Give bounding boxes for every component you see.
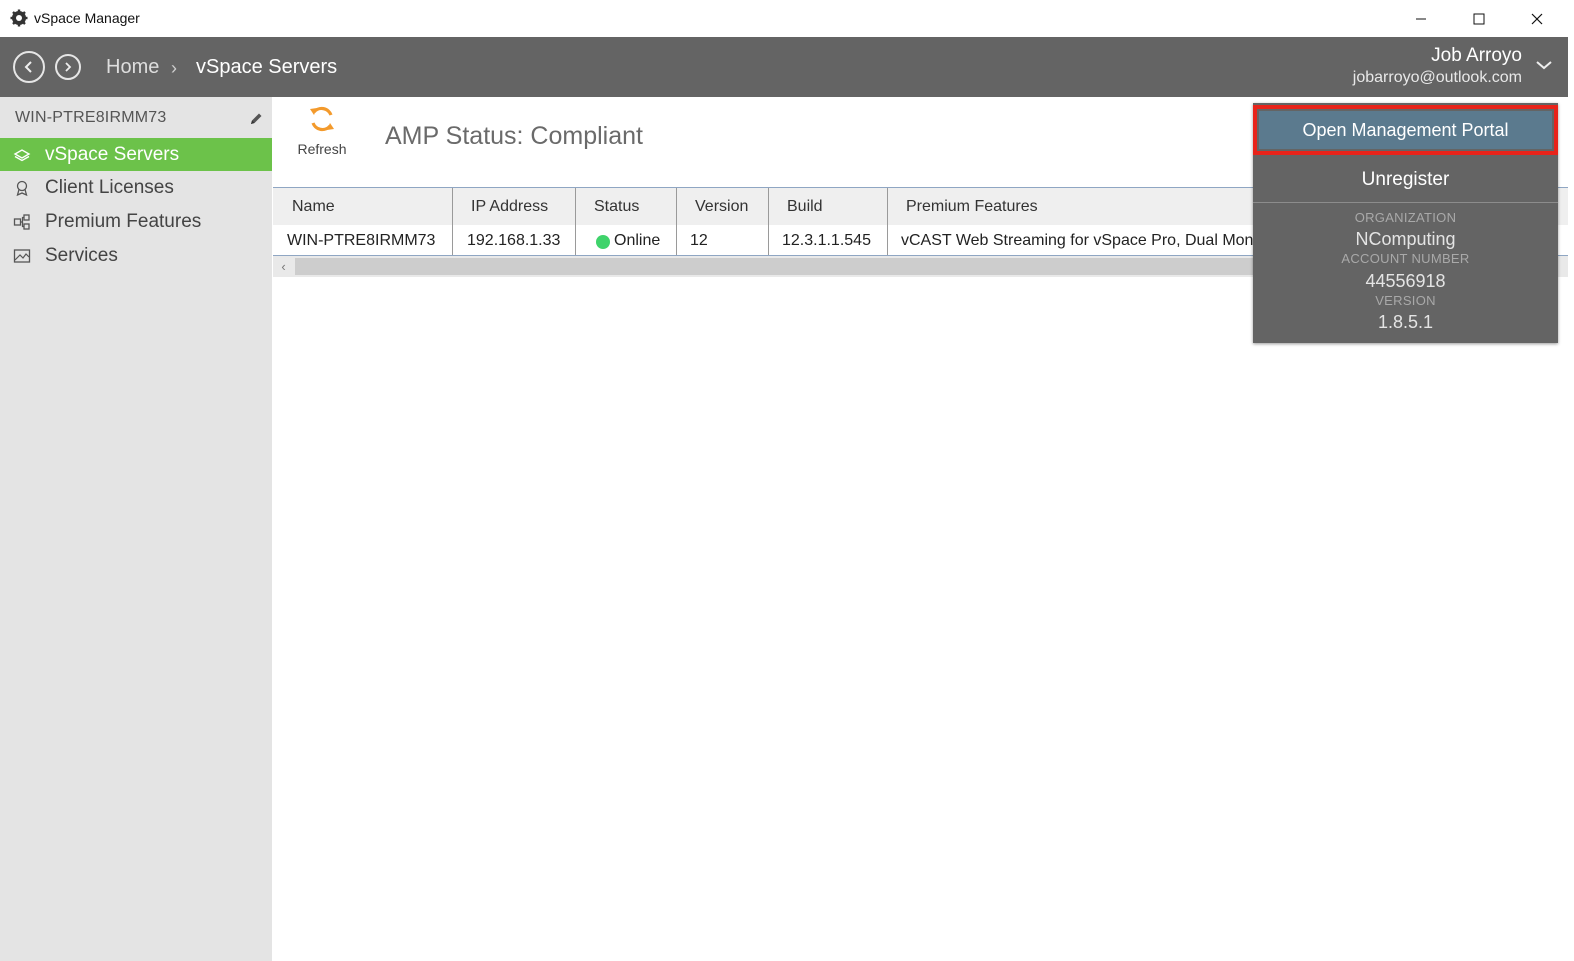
maximize-icon: [1473, 13, 1485, 24]
sidebar-item-services[interactable]: Services: [0, 239, 272, 272]
minimize-icon: [1416, 18, 1426, 19]
scroll-thumb[interactable]: [295, 258, 1255, 275]
version-label: VERSION: [1375, 293, 1436, 308]
account-number-label: ACCOUNT NUMBER: [1341, 251, 1470, 266]
maximize-button[interactable]: [1450, 0, 1508, 37]
services-icon: [13, 249, 31, 263]
sidebar-item-label: Services: [45, 245, 118, 266]
refresh-label: Refresh: [297, 141, 347, 157]
cell-ip: 192.168.1.33: [453, 225, 576, 255]
forward-button[interactable]: [55, 54, 81, 80]
cell-status: Online: [576, 225, 677, 255]
column-header-status[interactable]: Status: [576, 188, 677, 225]
account-dropdown: Open Management Portal Unregister ORGANI…: [1253, 103, 1558, 343]
version-value: 1.8.5.1: [1377, 312, 1434, 332]
refresh-button[interactable]: Refresh: [290, 100, 354, 160]
status-text: Online: [614, 231, 661, 249]
user-email[interactable]: jobarroyo@outlook.com: [1353, 69, 1522, 87]
open-management-portal-button[interactable]: Open Management Portal: [1259, 111, 1552, 149]
sidebar-item-label: vSpace Servers: [45, 144, 180, 165]
breadcrumb-current: vSpace Servers: [196, 56, 338, 78]
chevron-down-icon[interactable]: [1534, 55, 1554, 75]
cell-name: WIN-PTRE8IRMM73: [273, 225, 453, 255]
scroll-left-icon[interactable]: ‹: [273, 256, 294, 277]
chevron-left-icon: [24, 61, 32, 73]
amp-status: AMP Status: Compliant: [385, 122, 643, 150]
unregister-button[interactable]: Unregister: [1253, 158, 1558, 203]
sidebar-item-label: Premium Features: [45, 211, 202, 232]
window-edge: [1568, 37, 1574, 961]
sidebar: WIN-PTRE8IRMM73 vSpace Servers Client Li…: [0, 97, 272, 961]
column-header-ip[interactable]: IP Address: [453, 188, 576, 225]
close-button[interactable]: [1508, 0, 1566, 37]
column-header-name[interactable]: Name: [273, 188, 453, 225]
column-header-version[interactable]: Version: [677, 188, 769, 225]
organization-label: ORGANIZATION: [1354, 210, 1457, 225]
highlight-box: Open Management Portal: [1253, 105, 1558, 155]
organization-value: NComputing: [1355, 229, 1456, 249]
pencil-icon[interactable]: [248, 111, 264, 127]
online-status-icon: [596, 234, 610, 249]
server-icon: [13, 149, 31, 162]
title-bar: vSpace Manager: [0, 0, 1574, 37]
cell-version: 12: [677, 225, 769, 255]
machine-name: WIN-PTRE8IRMM73: [15, 109, 167, 126]
refresh-icon: [310, 106, 334, 132]
sidebar-item-label: Client Licenses: [45, 177, 174, 198]
features-icon: [13, 214, 30, 230]
minimize-button[interactable]: [1392, 0, 1450, 37]
close-icon: [1531, 13, 1543, 24]
breadcrumb-home[interactable]: Home: [106, 56, 159, 79]
window-title: vSpace Manager: [34, 10, 140, 26]
app-header: Home › vSpace Servers Job Arroyo jobarro…: [0, 37, 1568, 97]
account-number-value: 44556918: [1365, 271, 1446, 291]
sidebar-item-vspace-servers[interactable]: vSpace Servers: [0, 138, 272, 171]
cell-build: 12.3.1.1.545: [769, 225, 888, 255]
gear-icon: [10, 9, 28, 27]
license-icon: [16, 180, 28, 197]
back-button[interactable]: [13, 51, 45, 83]
user-name[interactable]: Job Arroyo: [1431, 45, 1522, 67]
chevron-right-icon: [65, 62, 72, 72]
breadcrumb-separator: ›: [171, 58, 177, 78]
column-header-build[interactable]: Build: [769, 188, 888, 225]
sidebar-item-premium-features[interactable]: Premium Features: [0, 205, 272, 238]
sidebar-item-client-licenses[interactable]: Client Licenses: [0, 171, 272, 204]
